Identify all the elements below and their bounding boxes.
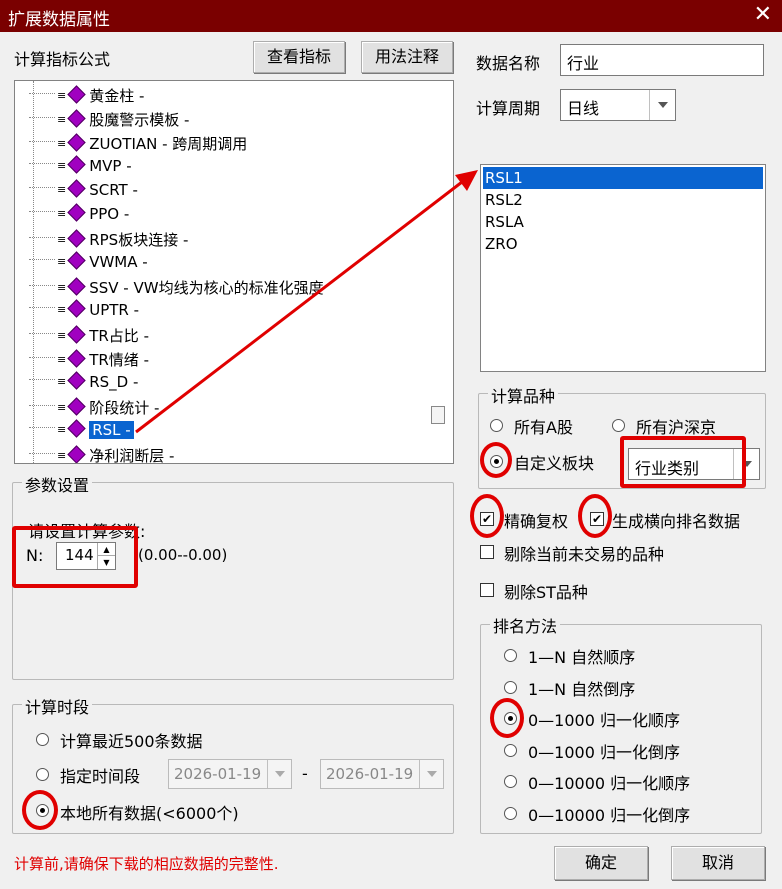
arrow-shaft	[135, 180, 463, 434]
arrow-head	[455, 170, 478, 191]
annotation-arrow	[135, 170, 478, 434]
